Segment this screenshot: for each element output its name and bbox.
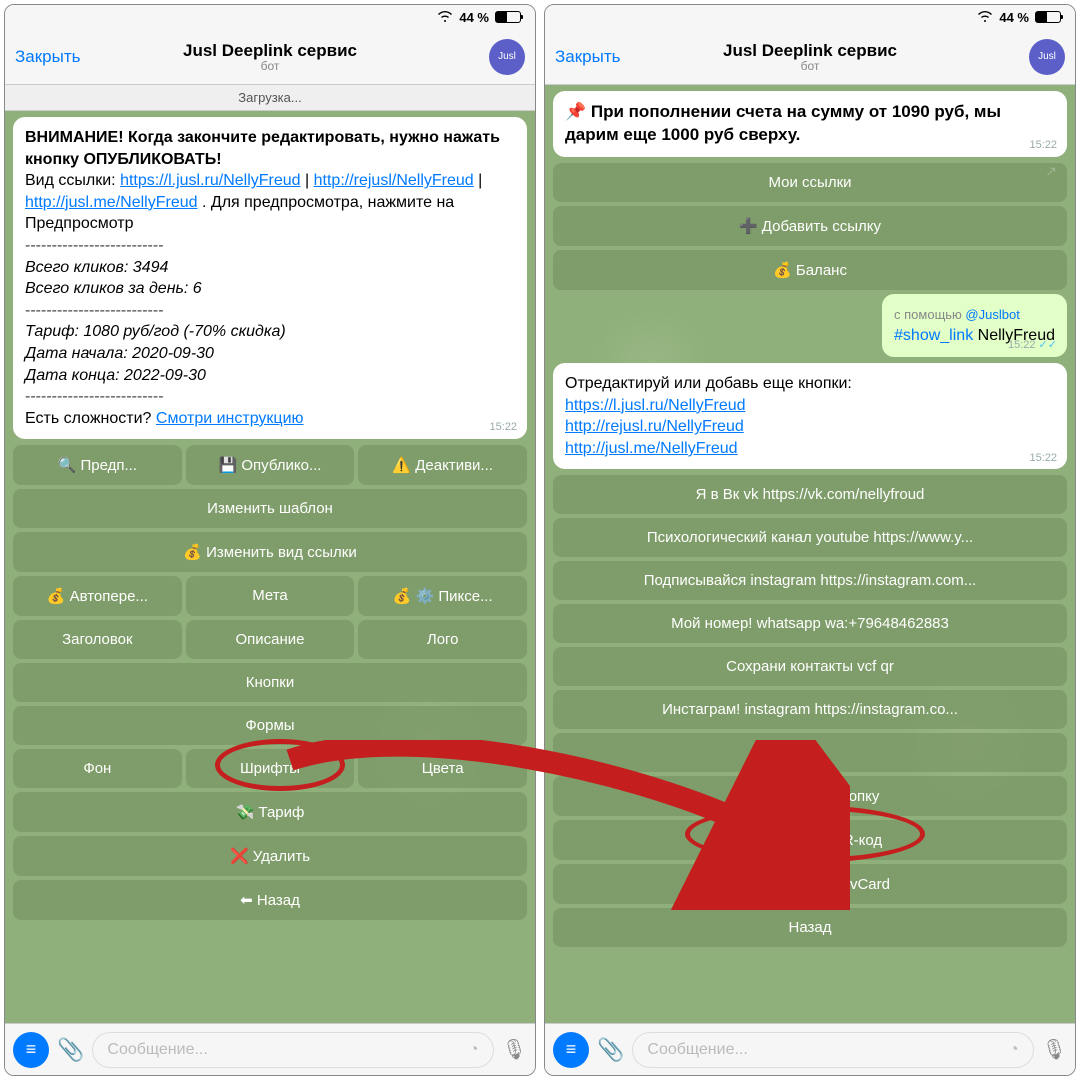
kb-publish[interactable]: 💾 Опублико... [186,445,355,485]
header: Закрыть Jusl Deeplink сервисбот Jusl [545,29,1075,85]
wifi-icon [977,10,993,25]
status-bar: 44 % [545,5,1075,29]
kb-youtube[interactable]: Психологический канал youtube https://ww… [553,518,1067,557]
help-link[interactable]: Смотри инструкцию [156,410,304,427]
kb-meta[interactable]: Мета [186,576,355,616]
battery-icon [495,11,521,23]
loading-bar: Загрузка... [5,85,535,111]
mic-icon[interactable]: 🎙 [1042,1037,1067,1062]
kb-mylinks[interactable]: Мои ссылки [553,163,1067,202]
close-button[interactable]: Закрыть [15,47,80,67]
kb-preview[interactable]: 🔍 Предп... [13,445,182,485]
battery-text: 44 % [459,10,489,25]
attach-icon[interactable]: 📎 [597,1037,624,1063]
kb-forms[interactable]: Формы [13,706,527,745]
close-button[interactable]: Закрыть [555,47,620,67]
message-input[interactable]: Сообщение...◔ [632,1032,1033,1068]
attach-icon[interactable]: 📎 [57,1037,84,1063]
kb-pixel[interactable]: 💰 ⚙️ Пиксе... [358,576,527,616]
kb-buttons[interactable]: Кнопки [13,663,527,702]
inline-keyboard: Я в Вк vk https://vk.com/nellyfroud Псих… [553,475,1067,947]
kb-whatsapp[interactable]: Мой номер! whatsapp wa:+79648462883 [553,604,1067,643]
kb-tariff[interactable]: 💸 Тариф [13,792,527,832]
header: Закрыть Jusl Deeplink сервисбот Jusl [5,29,535,85]
kb-desc[interactable]: Описание [186,620,355,659]
kb-delete[interactable]: ❌ Удалить [13,836,527,876]
kb-autoredirect[interactable]: 💰 Автопере... [13,576,182,616]
kb-deactivate[interactable]: ⚠️ Деактиви... [358,445,527,485]
kb-logo[interactable]: Лого [358,620,527,659]
kb-linktype[interactable]: 💰 Изменить вид ссылки [13,532,527,572]
timestamp: 15:22 [489,420,517,435]
kb-fonts[interactable]: Шрифты [186,749,355,788]
battery-icon [1035,11,1061,23]
message-incoming: Отредактируй или добавь еще кнопки: http… [553,363,1067,469]
message-incoming: 📌 При пополнении счета на сумму от 1090 … [553,91,1067,157]
sticker-icon[interactable]: ◔ [469,1041,479,1059]
message-outgoing: с помощью @Juslbot #show_link NellyFreud… [882,294,1067,357]
kb-vk[interactable]: Я в Вк vk https://vk.com/nellyfroud [553,475,1067,514]
sticker-icon[interactable]: ◔ [1009,1041,1019,1059]
inline-keyboard: 🔍 Предп... 💾 Опублико... ⚠️ Деактиви... … [13,445,527,920]
kb-bg[interactable]: Фон [13,749,182,788]
menu-button[interactable]: ≡ [13,1032,49,1068]
kb-addvcard[interactable]: ➕ Добавить QR vCard [553,864,1067,904]
kb-addqr[interactable]: ➕ Добавить QR-код [553,820,1067,860]
kb-vcf[interactable]: Сохрани контакты vcf qr [553,647,1067,686]
kb-addlink[interactable]: ➕ Добавить ссылку [553,206,1067,246]
link[interactable]: http://jusl.me/NellyFreud [25,194,198,211]
link[interactable]: https://l.jusl.ru/NellyFreud [565,397,746,414]
link[interactable]: http://rejusl.ru/NellyFreud [565,418,744,435]
input-bar: ≡ 📎 Сообщение...◔ 🎙 [5,1023,535,1075]
left-phone: 44 % Закрыть Jusl Deeplink сервисбот Jus… [4,4,536,1076]
chat-title: Jusl Deeplink сервис [183,41,357,60]
message-incoming: ВНИМАНИЕ! Когда закончите редактировать,… [13,117,527,439]
kb-template[interactable]: Изменить шаблон [13,489,527,528]
mic-icon[interactable]: 🎙 [502,1037,527,1062]
chat-subtitle: бот [5,59,535,73]
avatar[interactable]: Jusl [489,39,525,75]
kb-back[interactable]: ⬅ Назад [13,880,527,920]
kb-instagram[interactable]: Подписывайся instagram https://instagram… [553,561,1067,600]
kb-instagram2[interactable]: Инстаграм! instagram https://instagram.c… [553,690,1067,729]
link[interactable]: http://rejusl/NellyFreud [314,172,474,189]
kb-colors[interactable]: Цвета [358,749,527,788]
avatar[interactable]: Jusl [1029,39,1065,75]
kb-balance[interactable]: 💰 Баланс [553,250,1067,290]
kb-back[interactable]: Назад [553,908,1067,947]
kb-title[interactable]: Заголовок [13,620,182,659]
message-input[interactable]: Сообщение...◔ [92,1032,493,1068]
right-phone: 44 % Закрыть Jusl Deeplink сервисбот Jus… [544,4,1076,1076]
kb-addbutton[interactable]: ➕ Добавить кнопку [553,776,1067,816]
kb-more[interactable]: >> [553,733,1067,772]
menu-button[interactable]: ≡ [553,1032,589,1068]
link[interactable]: https://l.jusl.ru/NellyFreud [120,172,301,189]
input-bar: ≡ 📎 Сообщение...◔ 🎙 [545,1023,1075,1075]
status-bar: 44 % [5,5,535,29]
wifi-icon [437,10,453,25]
link[interactable]: http://jusl.me/NellyFreud [565,440,738,457]
